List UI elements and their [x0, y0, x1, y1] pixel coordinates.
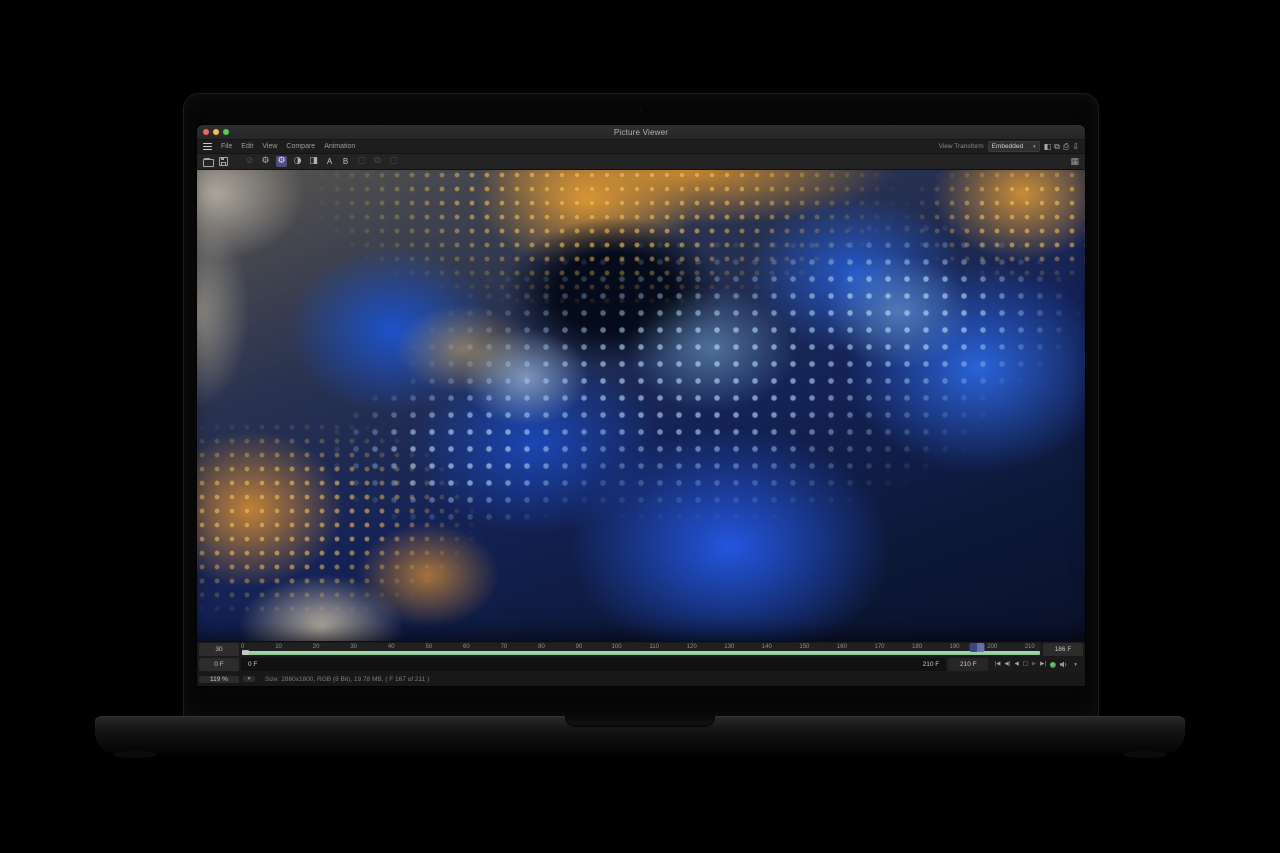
ruler-tick: 160 — [836, 644, 847, 650]
traffic-lights — [203, 129, 229, 135]
play-backward-button[interactable]: ◀ — [1014, 661, 1018, 668]
copy-b-icon: ▢ — [389, 156, 398, 166]
view-transform-value: Embedded — [991, 143, 1024, 150]
hamburger-icon[interactable] — [203, 143, 212, 150]
ruler-tick: 20 — [312, 644, 320, 650]
ruler-tick: 40 — [387, 644, 395, 650]
titlebar-right-icons: ◧ ⧉ ⎙ ⇩ — [1044, 142, 1079, 151]
toggle-panel-icon[interactable]: ▦ — [1070, 157, 1079, 167]
ruler-tick: 60 — [463, 644, 470, 650]
menu-compare[interactable]: Compare — [286, 143, 315, 150]
view-transform-select[interactable]: Embedded ▾ — [987, 141, 1040, 152]
rendered-frames-bar — [242, 651, 1040, 655]
zoom-dropdown-icon[interactable]: ▾ — [243, 676, 255, 682]
minimize-button[interactable] — [213, 129, 219, 135]
range-start-label: 0 F — [248, 661, 258, 668]
ruler-tick: 170 — [874, 644, 885, 650]
menu-items: File Edit View Compare Animation — [221, 143, 355, 150]
image-info-text: Size: 2880x1800, RGB (8 Bit), 19.78 MB, … — [265, 675, 430, 683]
swap-ab-icon: ▢ — [357, 156, 366, 166]
ruler-tick: 10 — [275, 644, 282, 650]
menu-edit[interactable]: Edit — [241, 143, 253, 150]
zoom-button[interactable] — [223, 129, 229, 135]
copy-a-icon: ⧉ — [374, 156, 381, 166]
laptop-foot-right — [1123, 751, 1167, 758]
end-frame-field[interactable]: 210 F — [948, 658, 989, 671]
preview-range-bar[interactable]: 0 F 210 F — [241, 658, 947, 671]
ruler-tick: 80 — [538, 644, 545, 650]
filter-icon[interactable]: ⚙ — [260, 156, 271, 167]
ruler-tick: 200 — [987, 644, 998, 650]
ruler-tick: 50 — [425, 644, 433, 650]
audio-icon[interactable] — [1060, 661, 1068, 668]
macbook-lid: Picture Viewer File Edit View Compare Animat… — [183, 93, 1099, 719]
save-image-icon[interactable]: ⇩ — [1072, 142, 1079, 151]
playback-options-icon[interactable]: ▾ — [1072, 662, 1079, 668]
filter-settings-icon[interactable]: ⚙ — [276, 156, 287, 167]
ruler-tick: 30 — [350, 644, 358, 650]
step-forward-button[interactable]: ▶| — [1040, 661, 1046, 668]
stop-button[interactable]: □ — [1023, 661, 1028, 668]
print-icon[interactable]: ⎙ — [1063, 142, 1069, 151]
chevron-down-icon: ▾ — [1033, 143, 1036, 150]
view-transform-group: View Transform Embedded ▾ ◧ ⧉ ⎙ ⇩ — [939, 141, 1079, 152]
lid-opening-notch — [565, 716, 715, 727]
open-file-icon[interactable] — [203, 157, 214, 167]
toolbar-icons: ⊘ ⚙ ⚙ ◑ ◨ A B ▢ ⧉ ▢ — [244, 156, 399, 167]
ruler-tick: 110 — [649, 644, 659, 650]
set-b-button[interactable]: B — [340, 156, 351, 167]
laptop-foot-left — [113, 751, 157, 758]
timeline-ruler-row: 30 0 10 20 30 40 50 60 70 80 90 100 110 120 130 140 150… — [197, 641, 1085, 657]
ruler-tick: 180 — [912, 644, 923, 650]
step-back-button[interactable]: ◀| — [1004, 661, 1010, 668]
status-bar: 119 % ▾ Size: 2880x1800, RGB (8 Bit), 19… — [197, 672, 1085, 686]
image-viewport[interactable] — [197, 170, 1085, 641]
ruler-tick: 0 — [241, 644, 245, 650]
timeline-ruler[interactable]: 0 10 20 30 40 50 60 70 80 90 100 110 120 130 140 150 160… — [241, 643, 1041, 656]
clear-icon: ⊘ — [245, 156, 254, 166]
save-icon[interactable] — [219, 157, 228, 166]
timeline-playhead[interactable] — [969, 643, 985, 652]
ruler-tick: 140 — [761, 644, 772, 650]
webcam-icon — [639, 108, 643, 112]
ruler-tick: 70 — [500, 644, 508, 650]
close-button[interactable] — [203, 129, 209, 135]
current-frame-box[interactable]: 0 F — [199, 658, 239, 671]
timeline-range-row: 0 F 0 F 210 F 210 F |◀ ◀| ◀ □ ▶ ▶| ▾ — [197, 657, 1085, 672]
menu-file[interactable]: File — [221, 143, 232, 150]
desktop-background: Picture Viewer File Edit View Compare Animat… — [0, 0, 1280, 853]
ruler-end-frame-box[interactable]: 186 F — [1043, 643, 1083, 656]
zoom-level-box[interactable]: 119 % — [199, 675, 239, 683]
ruler-tick: 130 — [724, 644, 735, 650]
compare-image-icon[interactable]: ◨ — [308, 156, 319, 167]
transport-buttons: |◀ ◀| ◀ □ ▶ ▶| — [994, 661, 1046, 668]
split-view-icon[interactable]: ◧ — [1044, 142, 1052, 151]
ruler-tick: 90 — [575, 644, 583, 650]
play-forward-button[interactable]: ▶ — [1032, 661, 1036, 668]
open-window-icon[interactable]: ⧉ — [1054, 142, 1060, 151]
ruler-tick: 100 — [611, 644, 622, 650]
fps-box[interactable]: 30 — [199, 643, 239, 656]
macbook-base — [95, 716, 1185, 758]
window-titlebar[interactable]: Picture Viewer — [197, 125, 1085, 140]
view-transform-label: View Transform — [938, 143, 984, 150]
ruler-tick: 190 — [949, 644, 960, 650]
frame-zero-marker[interactable] — [242, 650, 249, 655]
transport-controls: |◀ ◀| ◀ □ ▶ ▶| ▾ — [990, 658, 1083, 671]
range-end-label: 210 F — [922, 661, 940, 668]
picture-viewer-window: Picture Viewer File Edit View Compare Animat… — [197, 125, 1085, 686]
contrast-icon[interactable]: ◑ — [292, 156, 303, 167]
menu-animation[interactable]: Animation — [324, 143, 355, 150]
toolbar: ⊘ ⚙ ⚙ ◑ ◨ A B ▢ ⧉ ▢ ▦ — [197, 154, 1085, 170]
viewport-vignette — [197, 170, 1085, 641]
loop-record-icon[interactable] — [1050, 661, 1057, 668]
menu-view[interactable]: View — [262, 143, 277, 150]
ruler-tick: 210 — [1024, 644, 1035, 650]
ruler-tick: 150 — [799, 644, 810, 650]
jump-to-start-button[interactable]: |◀ — [994, 661, 1000, 668]
window-title: Picture Viewer — [613, 127, 669, 137]
set-a-button[interactable]: A — [324, 156, 335, 167]
ruler-tick: 120 — [686, 644, 697, 650]
menu-bar: File Edit View Compare Animation View Transf… — [197, 140, 1085, 154]
